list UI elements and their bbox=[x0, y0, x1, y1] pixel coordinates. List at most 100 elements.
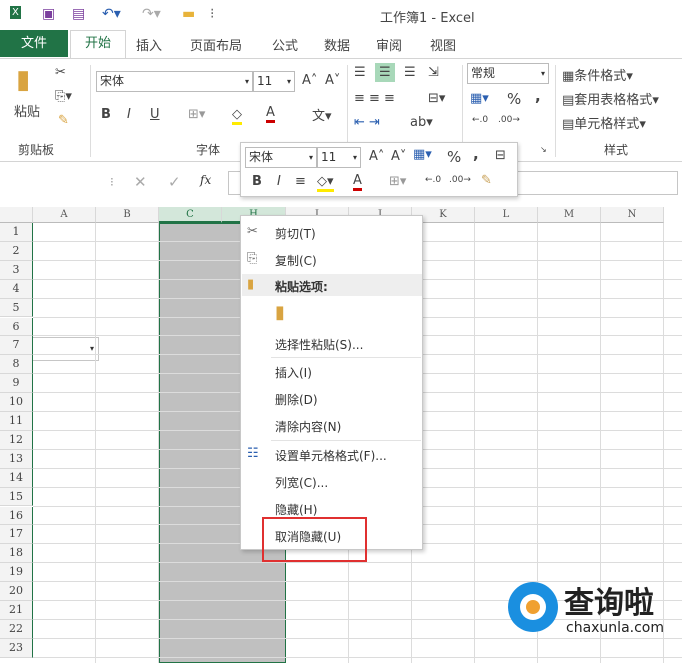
mini-merge-icon[interactable]: ⊟ bbox=[495, 148, 506, 163]
mini-fill-color-icon[interactable]: ◇▾ bbox=[317, 174, 334, 192]
customize-qat-icon[interactable]: ⁝ bbox=[210, 6, 214, 22]
merge-center-icon[interactable]: ⊟▾ bbox=[428, 91, 445, 106]
column-header[interactable]: N bbox=[601, 207, 664, 223]
copy-icon[interactable]: ⎘▾ bbox=[55, 89, 72, 104]
font-color-icon[interactable]: A bbox=[266, 105, 275, 123]
row-header[interactable]: 10 bbox=[0, 393, 33, 412]
cancel-icon[interactable]: ✕ bbox=[134, 173, 147, 191]
column-header[interactable]: A bbox=[33, 207, 96, 223]
tab-review[interactable]: 审阅 bbox=[376, 35, 402, 54]
undo-icon[interactable]: ↶▾ bbox=[102, 6, 121, 22]
tab-page-layout[interactable]: 页面布局 bbox=[190, 35, 242, 54]
mini-currency-icon[interactable]: ▦▾ bbox=[413, 147, 432, 162]
menu-item-delete[interactable]: 删除(D) bbox=[275, 391, 318, 408]
grow-font-icon[interactable]: A˄ bbox=[302, 73, 317, 88]
borders-icon[interactable]: ⊞▾ bbox=[188, 107, 205, 122]
bold-button[interactable]: B bbox=[101, 107, 111, 122]
mini-shrink-font-icon[interactable]: A˅ bbox=[391, 149, 406, 164]
row-header[interactable]: 5 bbox=[0, 298, 33, 318]
row-header[interactable]: 20 bbox=[0, 582, 33, 601]
menu-item-hide[interactable]: 隐藏(H) bbox=[275, 501, 317, 518]
open-folder-icon[interactable]: ▬ bbox=[182, 6, 195, 22]
tab-file[interactable]: 文件 bbox=[0, 30, 68, 57]
mini-italic-button[interactable]: I bbox=[277, 174, 281, 189]
number-format-select[interactable]: 常规 ▾ bbox=[467, 63, 549, 84]
align-top-icon[interactable]: ☰ bbox=[354, 65, 366, 80]
increase-decimal-icon[interactable]: ←.0 bbox=[472, 115, 488, 125]
mini-decrease-decimal-icon[interactable]: .00→ bbox=[449, 175, 471, 185]
tab-data[interactable]: 数据 bbox=[324, 35, 350, 54]
percent-button[interactable]: % bbox=[507, 90, 521, 108]
save-as-icon[interactable]: ▤ bbox=[72, 6, 85, 22]
tab-view[interactable]: 视图 bbox=[430, 35, 456, 54]
mini-percent-button[interactable]: % bbox=[447, 148, 461, 166]
column-header[interactable]: B bbox=[96, 207, 159, 223]
row-header[interactable]: 16 bbox=[0, 506, 33, 526]
row-header[interactable]: 8 bbox=[0, 355, 33, 375]
phonetic-icon[interactable]: 文▾ bbox=[312, 105, 332, 124]
row-header[interactable]: 3 bbox=[0, 260, 33, 280]
font-name-select[interactable]: 宋体 ▾ bbox=[96, 71, 253, 92]
mini-bold-button[interactable]: B bbox=[252, 174, 262, 189]
paste-label[interactable]: 粘贴 bbox=[14, 101, 40, 120]
save-icon[interactable]: ▣ bbox=[42, 6, 55, 22]
font-size-select[interactable]: 11 ▾ bbox=[253, 71, 295, 92]
redo-icon[interactable]: ↷▾ bbox=[142, 6, 161, 22]
currency-icon[interactable]: ▦▾ bbox=[470, 91, 489, 106]
row-header[interactable]: 21 bbox=[0, 601, 33, 620]
column-header[interactable]: L bbox=[475, 207, 538, 223]
align-bottom-icon[interactable]: ☰ bbox=[404, 65, 416, 80]
paste-icon[interactable]: ▮ bbox=[16, 65, 30, 95]
column-header[interactable]: M bbox=[538, 207, 601, 223]
row-header[interactable]: 19 bbox=[0, 563, 33, 583]
mini-borders-icon[interactable]: ⊞▾ bbox=[389, 174, 406, 189]
conditional-format-button[interactable]: ▦条件格式▾ bbox=[562, 65, 633, 84]
row-header[interactable]: 2 bbox=[0, 241, 33, 261]
fill-color-icon[interactable]: ◇ bbox=[232, 107, 242, 125]
row-header[interactable]: 17 bbox=[0, 525, 33, 545]
row-header[interactable]: 9 bbox=[0, 374, 33, 394]
paste-icon[interactable]: ▮ bbox=[275, 302, 285, 323]
row-header[interactable]: 15 bbox=[0, 487, 33, 507]
indent-icon[interactable]: ⇤ ⇥ bbox=[354, 115, 380, 130]
menu-item-format-cells[interactable]: 设置单元格格式(F)... bbox=[275, 447, 387, 464]
wrap-text-icon[interactable]: ⇲ bbox=[428, 65, 439, 80]
orientation-icon[interactable]: ab▾ bbox=[410, 115, 433, 130]
cut-icon[interactable]: ✂ bbox=[55, 65, 66, 80]
row-header[interactable]: 23 bbox=[0, 638, 33, 658]
menu-item-paste-special[interactable]: 选择性粘贴(S)... bbox=[275, 336, 363, 353]
select-all-button[interactable] bbox=[0, 207, 33, 223]
mini-font-color-icon[interactable]: A bbox=[353, 173, 362, 191]
format-as-table-button[interactable]: ▤套用表格格式▾ bbox=[562, 89, 659, 108]
row-header[interactable]: 1 bbox=[0, 223, 33, 242]
decrease-decimal-icon[interactable]: .00→ bbox=[498, 115, 520, 125]
format-painter-icon[interactable]: ✎ bbox=[58, 113, 69, 128]
enter-icon[interactable]: ✓ bbox=[168, 173, 181, 191]
mini-format-painter-icon[interactable]: ✎ bbox=[481, 173, 492, 188]
menu-item-clear[interactable]: 清除内容(N) bbox=[275, 418, 341, 435]
tab-insert[interactable]: 插入 bbox=[136, 35, 162, 54]
underline-button[interactable]: U bbox=[150, 107, 160, 122]
align-middle-icon[interactable]: ☰ bbox=[375, 63, 395, 82]
row-header[interactable]: 13 bbox=[0, 449, 33, 469]
column-header[interactable]: C bbox=[159, 207, 222, 223]
row-header[interactable]: 4 bbox=[0, 279, 33, 299]
insert-function-button[interactable]: fx bbox=[200, 173, 211, 187]
row-header[interactable]: 14 bbox=[0, 468, 33, 488]
row-header[interactable]: 12 bbox=[0, 430, 33, 450]
row-header[interactable]: 22 bbox=[0, 619, 33, 639]
cell-styles-button[interactable]: ▤单元格样式▾ bbox=[562, 113, 646, 132]
menu-item-copy[interactable]: 复制(C) bbox=[275, 252, 317, 269]
row-header[interactable]: 6 bbox=[0, 317, 33, 337]
mini-font-size-select[interactable]: 11 ▾ bbox=[317, 147, 361, 168]
mini-comma-button[interactable]: , bbox=[473, 145, 479, 163]
menu-item-column-width[interactable]: 列宽(C)... bbox=[275, 474, 328, 491]
mini-grow-font-icon[interactable]: A˄ bbox=[369, 149, 384, 164]
row-header[interactable]: 18 bbox=[0, 544, 33, 564]
tab-home[interactable]: 开始 bbox=[70, 30, 126, 59]
shrink-font-icon[interactable]: A˅ bbox=[325, 73, 340, 88]
menu-item-insert[interactable]: 插入(I) bbox=[275, 364, 312, 381]
tab-formulas[interactable]: 公式 bbox=[272, 35, 298, 54]
align-left-icon[interactable]: ≡ ≡ ≡ bbox=[354, 91, 395, 106]
comma-button[interactable]: , bbox=[535, 87, 541, 105]
